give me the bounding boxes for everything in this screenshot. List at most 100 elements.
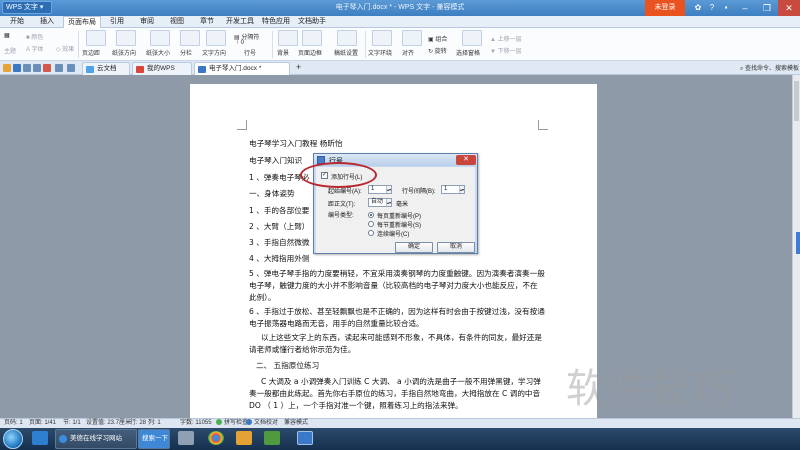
text-direction-button[interactable]: 文字方向 [202,48,226,57]
paper-size-button[interactable]: 纸张大小 [146,48,170,57]
help-icon[interactable]: ? [707,3,717,13]
wrap-text-button[interactable]: 文字环绕 [368,48,392,57]
margins-button[interactable]: 页边距 [82,48,100,57]
from-text-input[interactable]: 自动 ▴▾ [368,198,392,207]
open-icon[interactable] [3,64,11,72]
tab-start[interactable]: 开始 [4,16,30,28]
background-icon[interactable] [278,30,298,46]
rotate-button[interactable]: ↻ 旋转 [428,46,447,55]
orientation-icon[interactable] [116,30,136,46]
tab-insert[interactable]: 插入 [34,16,60,28]
align-button[interactable]: 对齐 [402,48,414,57]
selection-pane-icon[interactable] [462,30,482,46]
ok-button[interactable]: 确定 [395,242,433,253]
tools-icon[interactable] [178,431,194,445]
taskbar-browser-button[interactable]: 美德在线学习网站 [55,429,137,449]
taskbar-search-button[interactable]: 搜索一下 [138,429,170,449]
tab-view[interactable]: 视图 [164,16,190,28]
tab-cloud-docs[interactable]: 云文档 [82,62,130,75]
margins-icon[interactable] [86,30,106,46]
page-border-icon[interactable] [302,30,322,46]
print-preview-icon[interactable] [23,64,31,72]
redo-icon[interactable] [67,64,75,72]
ie-icon[interactable] [32,431,48,445]
align-icon[interactable] [402,30,422,46]
doc-line: 1 、手的各部位要 [249,206,310,215]
divider [78,31,79,58]
tab-my-wps[interactable]: 我的WPS [132,62,192,75]
paper-size-icon[interactable] [150,30,170,46]
restart-each-section-label: 每节重新编号(S) [377,223,421,229]
status-spell-check[interactable]: 拼写检查 [224,419,248,428]
wps-icon [136,66,144,73]
spin-arrows-icon[interactable]: ▴▾ [386,199,391,206]
status-compat-mode: 兼容模式 [284,420,309,426]
undo-icon[interactable] [55,64,63,72]
tab-current-document[interactable]: 电子琴入门.docx * [194,62,290,75]
dialog-close-icon[interactable]: ✕ [456,155,476,165]
count-by-input[interactable]: 1 ▴▾ [441,185,465,194]
bring-forward-button[interactable]: ▲ 上移一层 [490,34,522,43]
account-icon[interactable]: ▪ [721,3,731,13]
columns-icon[interactable] [180,30,200,46]
tab-features[interactable]: 特色应用 [259,16,293,28]
restart-each-section-radio[interactable] [368,221,374,227]
app-icon[interactable] [264,431,280,445]
login-button[interactable]: 未登录 [645,0,685,16]
send-backward-button[interactable]: ▼ 下移一层 [490,46,522,55]
columns-button[interactable]: 分栏 [180,48,192,57]
spin-arrows-icon[interactable]: ▴▾ [459,186,464,193]
scrollbar-thumb[interactable] [794,81,799,121]
restore-icon[interactable]: ❐ [756,0,778,16]
start-at-input[interactable]: 1 ▴▾ [368,185,392,194]
restart-each-page-radio[interactable] [368,212,374,218]
print-icon[interactable] [33,64,41,72]
tab-review[interactable]: 审阅 [134,16,160,28]
spin-arrows-icon[interactable]: ▴▾ [386,186,391,193]
close-icon[interactable]: ✕ [778,0,800,16]
save-icon[interactable] [13,64,21,72]
tab-section[interactable]: 章节 [194,16,220,28]
tab-developer[interactable]: 开发工具 [223,16,257,28]
doc-line: 一、身体姿势 [249,189,295,198]
status-word-count[interactable]: 字数: 11055 [180,419,212,428]
continuous-radio[interactable] [368,230,374,236]
background-button[interactable]: 背景 [277,48,289,57]
selection-pane-button[interactable]: 选择窗格 [456,48,480,57]
status-doc-check[interactable]: 文档校对 [254,419,278,428]
new-tab-button[interactable]: + [296,62,301,72]
start-button[interactable] [3,429,23,449]
from-text-unit: 毫米 [396,202,409,208]
wps-writer-taskbar-icon[interactable] [297,431,313,445]
draft-settings-icon[interactable] [337,30,357,46]
explorer-icon[interactable] [236,431,252,445]
cancel-button[interactable]: 取消 [437,242,475,253]
theme-button[interactable]: 主题 [4,46,16,55]
command-search[interactable]: ⌕ 查找命令、搜索模板 [740,63,800,73]
page-border-button[interactable]: 页面边框 [298,48,322,57]
text-direction-icon[interactable] [206,30,226,46]
side-panel-handle[interactable] [796,232,800,254]
wrap-text-icon[interactable] [372,30,392,46]
doc-check-icon[interactable] [246,419,252,425]
line-numbers-button[interactable]: 行号 [244,48,256,57]
tab-page-layout[interactable]: 页面布局 [63,16,101,28]
restart-each-page-label: 每页重新编号(P) [377,214,421,220]
effect-button[interactable]: ◇ 效果 [56,44,74,53]
numbering-label: 编号类型: [328,213,354,219]
minimize-icon[interactable]: – [734,0,756,16]
draft-settings-button[interactable]: 稿纸设置 [334,48,358,57]
skin-icon[interactable]: ✿ [693,3,703,13]
theme-icon[interactable]: ▦ [4,32,10,39]
export-pdf-icon[interactable] [43,64,51,72]
chrome-icon[interactable] [208,431,224,445]
combine-button[interactable]: ▣ 组合 [428,34,447,43]
top-spin[interactable]: ↑ 0 [236,40,244,46]
orientation-button[interactable]: 纸张方向 [112,48,136,57]
tab-doc-assistant[interactable]: 文档助手 [295,16,329,28]
font-button[interactable]: A 字体 [26,44,43,53]
status-pages[interactable]: 页面: 1/41 [29,419,56,428]
color-button[interactable]: ■ 颜色 [26,32,43,41]
tab-references[interactable]: 引用 [104,16,130,28]
spell-check-icon[interactable] [216,419,222,425]
